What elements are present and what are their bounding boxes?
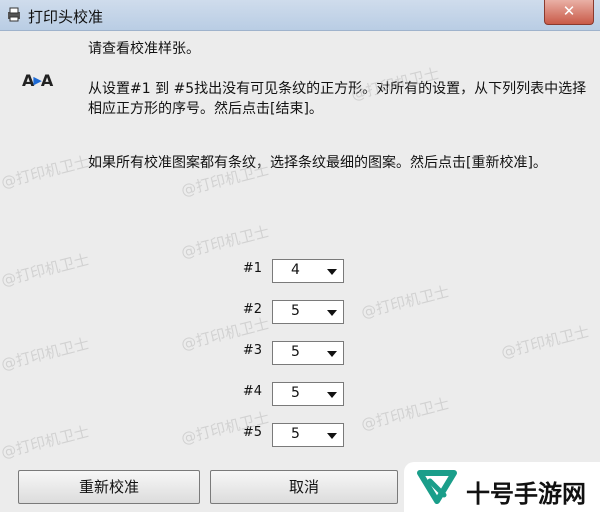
watermark: @打印机卫士 bbox=[499, 322, 591, 362]
selected-value: 5 bbox=[291, 426, 300, 442]
selected-value: 5 bbox=[291, 344, 300, 360]
setting-3-dropdown[interactable]: 5 bbox=[272, 341, 344, 365]
chevron-down-icon bbox=[327, 433, 337, 439]
setting-5-dropdown[interactable]: 5 bbox=[272, 423, 344, 447]
setting-label: #4 bbox=[242, 384, 262, 399]
selected-value: 5 bbox=[291, 303, 300, 319]
watermark: @打印机卫士 bbox=[0, 152, 91, 192]
watermark: @打印机卫士 bbox=[179, 222, 271, 262]
selected-value: 5 bbox=[291, 385, 300, 401]
watermark: @打印机卫士 bbox=[179, 408, 271, 448]
window-title: 打印头校准 bbox=[28, 8, 104, 26]
setting-label: #1 bbox=[242, 261, 262, 276]
watermark: @打印机卫士 bbox=[0, 422, 91, 462]
watermark: @打印机卫士 bbox=[0, 334, 91, 374]
brand-name: 十号手游网 bbox=[466, 480, 586, 508]
brand-logo-icon bbox=[417, 470, 457, 504]
setting-4-dropdown[interactable]: 5 bbox=[272, 382, 344, 406]
chevron-down-icon bbox=[327, 392, 337, 398]
watermark: @打印机卫士 bbox=[359, 282, 451, 322]
setting-2-dropdown[interactable]: 5 bbox=[272, 300, 344, 324]
close-icon: ✕ bbox=[562, 2, 576, 20]
chevron-down-icon bbox=[327, 351, 337, 357]
brand-badge: 十号手游网 bbox=[404, 462, 600, 512]
printer-app-icon bbox=[8, 7, 20, 22]
recalibrate-button[interactable]: 重新校准 bbox=[18, 470, 200, 504]
setting-1-dropdown[interactable]: 4 bbox=[272, 259, 344, 283]
instruction-text: 从设置#1 到 #5找出没有可见条纹的正方形。对所有的设置，从下列列表中选择相应… bbox=[88, 81, 587, 117]
chevron-down-icon bbox=[327, 310, 337, 316]
title-bar: 打印头校准 ✕ bbox=[0, 0, 600, 31]
watermark: @打印机卫士 bbox=[359, 394, 451, 434]
calibration-dialog: A▶A 请查看校准样张。 从设置#1 到 #5找出没有可见条纹的正方形。对所有的… bbox=[0, 31, 600, 512]
close-button[interactable]: ✕ bbox=[544, 0, 594, 25]
note-text: 如果所有校准图案都有条纹，选择条纹最细的图案。然后点击[重新校准]。 bbox=[88, 155, 547, 171]
chevron-down-icon bbox=[327, 269, 337, 275]
cancel-button[interactable]: 取消 bbox=[210, 470, 398, 504]
dialog-heading: 请查看校准样张。 bbox=[88, 41, 200, 57]
alignment-icon: A▶A bbox=[22, 71, 53, 90]
watermark: @打印机卫士 bbox=[0, 250, 91, 290]
setting-label: #3 bbox=[242, 343, 262, 358]
selected-value: 4 bbox=[291, 262, 300, 278]
